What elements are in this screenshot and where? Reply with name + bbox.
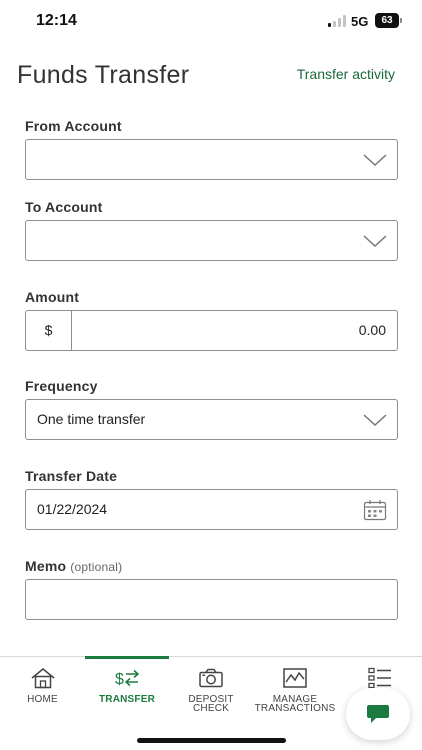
chevron-down-icon: [363, 154, 387, 166]
transfer-activity-link[interactable]: Transfer activity: [297, 66, 395, 82]
tab-manage-transactions[interactable]: MANAGE TRANSACTIONS: [253, 657, 337, 714]
amount-value: 0.00: [358, 322, 386, 338]
status-time: 12:14: [36, 12, 77, 29]
battery-tip: [400, 18, 402, 23]
tab-deposit-check[interactable]: DEPOSIT CHECK: [169, 657, 253, 714]
transfer-date-input[interactable]: 01/22/2024: [25, 489, 398, 530]
memo-label-text: Memo: [25, 558, 67, 574]
tab-transfer[interactable]: $ TRANSFER: [85, 657, 169, 705]
from-account-select[interactable]: [25, 139, 398, 180]
transfer-icon: $: [115, 669, 140, 688]
memo-optional-hint: (optional): [70, 560, 123, 574]
menu-list-icon: [367, 667, 391, 689]
chat-bubble-icon: [367, 705, 389, 723]
frequency-label: Frequency: [25, 378, 98, 394]
network-type: 5G: [351, 14, 369, 29]
amount-label: Amount: [25, 289, 80, 305]
cellular-signal-icon: [328, 15, 346, 27]
transfer-date-value: 01/22/2024: [37, 501, 108, 517]
transfer-date-label: Transfer Date: [25, 468, 118, 484]
chevron-down-icon: [363, 235, 387, 247]
memo-label: Memo (optional): [25, 558, 122, 574]
tab-deposit-check-label: DEPOSIT CHECK: [188, 694, 234, 714]
chevron-down-icon: [363, 414, 387, 426]
status-bar: 12:14 5G 63: [0, 0, 422, 44]
tab-home[interactable]: HOME: [0, 657, 85, 705]
to-account-label: To Account: [25, 199, 103, 215]
tab-transfer-label: TRANSFER: [98, 694, 156, 705]
from-account-label: From Account: [25, 118, 122, 134]
amount-input[interactable]: $ 0.00: [25, 310, 398, 351]
chat-button[interactable]: [346, 688, 410, 740]
currency-prefix: $: [26, 311, 72, 350]
camera-icon: [199, 668, 223, 688]
home-icon: [31, 668, 54, 689]
page-title: Funds Transfer: [17, 61, 190, 89]
tab-home-label: HOME: [27, 694, 58, 705]
frequency-select[interactable]: One time transfer: [25, 399, 398, 440]
calendar-icon[interactable]: [363, 499, 387, 521]
to-account-select[interactable]: [25, 220, 398, 261]
home-indicator: [137, 738, 286, 743]
chart-icon: [283, 668, 307, 688]
frequency-value: One time transfer: [37, 411, 146, 427]
tab-manage-transactions-label: MANAGE TRANSACTIONS: [254, 694, 336, 714]
svg-text:$: $: [115, 671, 124, 688]
battery-icon: 63: [375, 13, 399, 28]
memo-input[interactable]: [25, 579, 398, 620]
